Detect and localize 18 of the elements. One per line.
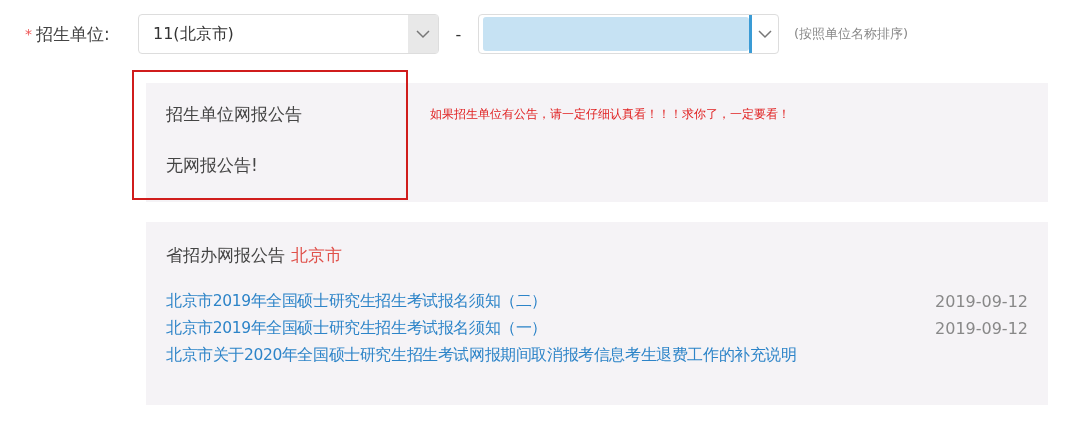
notice-date: 2019-09-12 — [935, 319, 1028, 338]
notice-link[interactable]: 北京市2019年全国硕士研究生招生考试报名须知（二） — [166, 291, 548, 312]
separator: - — [454, 24, 463, 44]
chevron-down-icon — [416, 29, 430, 39]
chevron-down-icon — [758, 29, 772, 39]
hint-text: (按照单位名称排序) — [794, 25, 909, 43]
panel-title: 省招办网报公告 — [166, 244, 285, 267]
notice-date: 2019-09-12 — [935, 292, 1028, 311]
required-mark: * — [25, 26, 32, 42]
panel-title: 招生单位网报公告 — [166, 103, 302, 126]
notice-link[interactable]: 北京市2019年全国硕士研究生招生考试报名须知（一） — [166, 318, 548, 339]
field-label: 招生单位: — [36, 22, 111, 46]
empty-message: 无网报公告! — [166, 154, 259, 177]
province-select[interactable]: 11(北京市) — [138, 14, 439, 54]
unit-select[interactable] — [478, 14, 779, 54]
region-name: 北京市 — [291, 244, 342, 267]
notice-link[interactable]: 北京市关于2020年全国硕士研究生招生考试网报期间取消报考信息考生退费工作的补充说明 — [166, 345, 797, 366]
annotation-text: 如果招生单位有公告，请一定仔细认真看！！！求你了，一定要看！ — [430, 106, 790, 123]
